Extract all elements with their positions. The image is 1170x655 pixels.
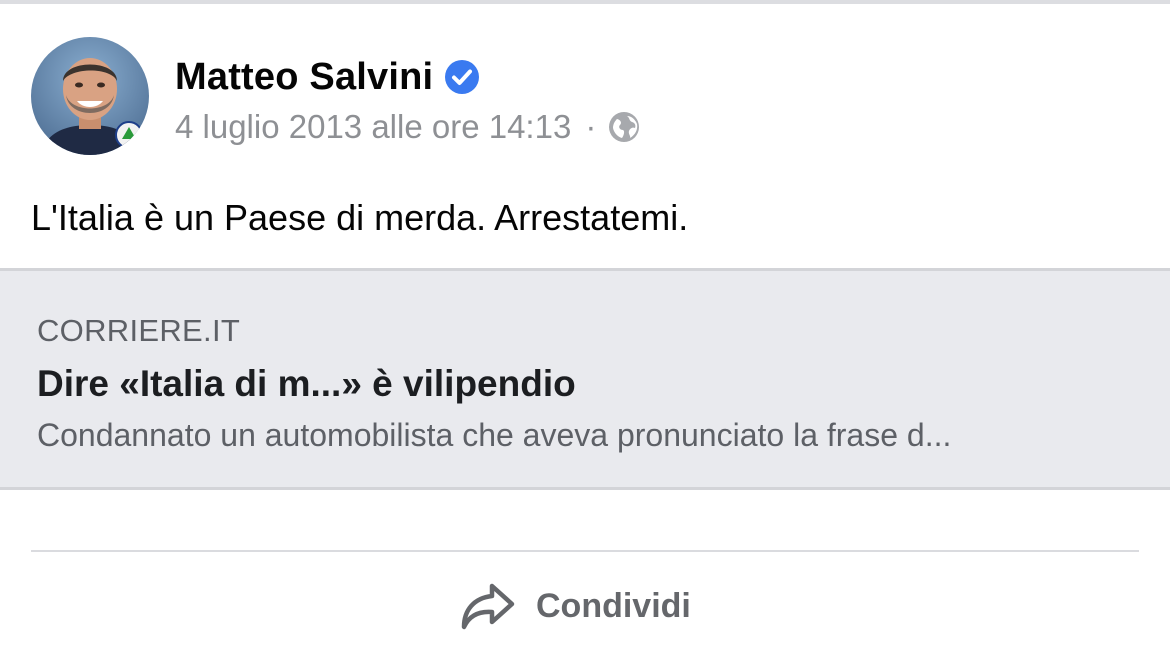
share-label: Condividi xyxy=(536,586,691,625)
post-text: L'Italia è un Paese di merda. Arrestatem… xyxy=(31,197,689,238)
link-preview-card[interactable]: CORRIERE.IT Dire «Italia di m...» è vili… xyxy=(0,268,1170,490)
author-row: Matteo Salvini xyxy=(175,54,481,100)
share-button[interactable]: Condividi xyxy=(458,578,691,634)
post-timestamp[interactable]: 4 luglio 2013 alle ore 14:13 xyxy=(175,108,571,146)
verified-badge-icon xyxy=(445,60,480,94)
post-meta: 4 luglio 2013 alle ore 14:13 · xyxy=(175,106,640,148)
link-description: Condannato un automobilista che aveva pr… xyxy=(37,417,952,453)
author-name[interactable]: Matteo Salvini xyxy=(175,56,433,99)
share-arrow-icon xyxy=(461,583,515,630)
meta-separator: · xyxy=(585,108,597,145)
avatar[interactable] xyxy=(31,37,149,155)
globe-icon xyxy=(609,112,640,142)
link-title: Dire «Italia di m...» è vilipendio xyxy=(37,363,576,404)
top-divider xyxy=(0,0,1170,4)
link-domain: CORRIERE.IT xyxy=(37,313,241,348)
action-divider xyxy=(31,550,1139,552)
